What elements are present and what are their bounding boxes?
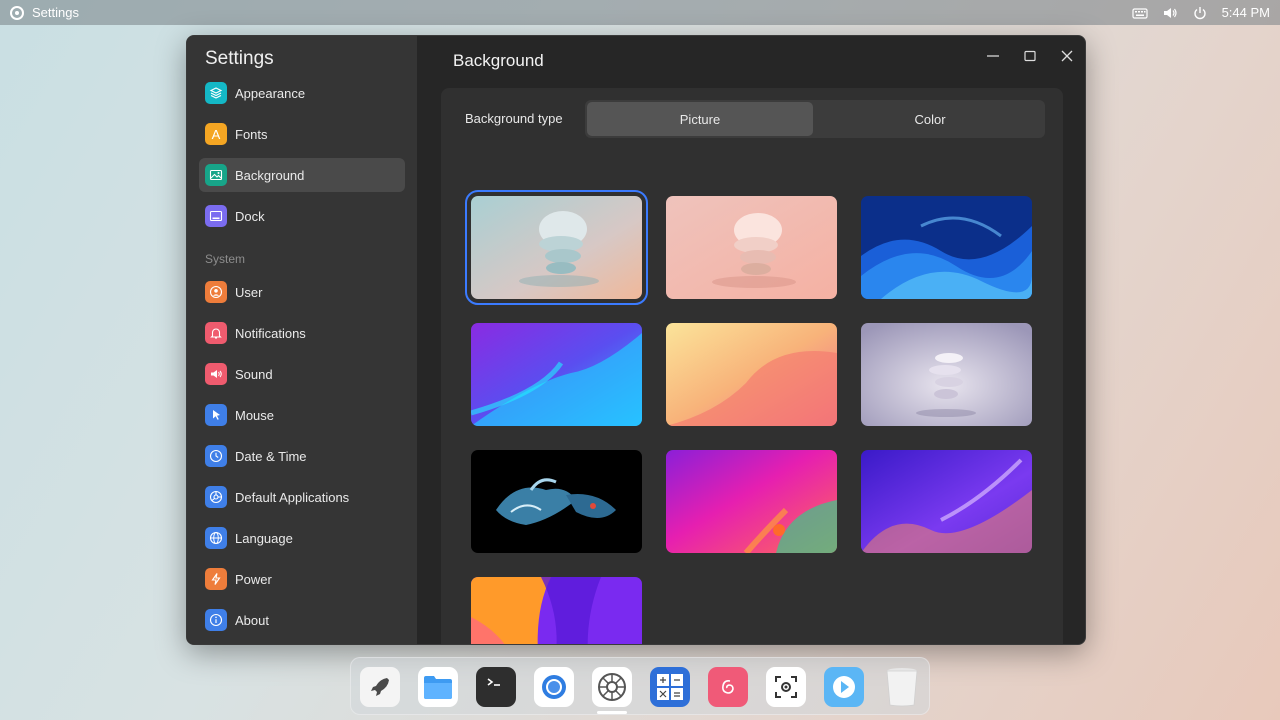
wallpaper-yellow-pink[interactable]: [666, 323, 837, 426]
sidebar-item-date-time[interactable]: Date & Time: [199, 439, 405, 473]
wallpaper-violet-flow[interactable]: [861, 450, 1032, 553]
sidebar-item-about[interactable]: About: [199, 603, 405, 637]
screenshot-icon[interactable]: [766, 667, 806, 707]
image-icon: [205, 164, 227, 186]
info-icon: [205, 609, 227, 631]
section-label-system: System: [205, 252, 246, 266]
globe-icon: [205, 527, 227, 549]
wallpaper-sculpture-lavender[interactable]: [861, 323, 1032, 426]
sidebar-item-label: Dock: [235, 208, 265, 224]
browser-icon[interactable]: [534, 667, 574, 707]
sidebar-item-label: User: [235, 284, 263, 300]
launcher-icon[interactable]: [360, 667, 400, 707]
apps-icon: [205, 486, 227, 508]
close-button[interactable]: [1055, 44, 1079, 68]
dock: [350, 657, 930, 715]
debian-icon[interactable]: [708, 667, 748, 707]
color-tab[interactable]: Color: [817, 102, 1043, 136]
picture-tab[interactable]: Picture: [587, 102, 813, 136]
trash-icon[interactable]: [882, 667, 922, 707]
speaker-icon: [205, 363, 227, 385]
wallpaper-sculpture-peach[interactable]: [666, 196, 837, 299]
cursor-icon: [205, 404, 227, 426]
wallpaper-sculpture-teal[interactable]: [465, 190, 648, 305]
clock-icon: [205, 445, 227, 467]
sidebar-item-default-applications[interactable]: Default Applications: [199, 480, 405, 514]
wallpaper-magenta-gradient[interactable]: [666, 450, 837, 553]
sidebar-item-user[interactable]: User: [199, 275, 405, 309]
user-icon: [205, 281, 227, 303]
maximize-button[interactable]: [1018, 44, 1042, 68]
volume-icon[interactable]: [1162, 5, 1178, 21]
sidebar-item-label: Notifications: [235, 325, 306, 341]
sidebar-item-label: Date & Time: [235, 448, 307, 464]
background-type-label: Background type: [465, 111, 563, 126]
minimize-icon: [987, 55, 999, 57]
sidebar-item-sound[interactable]: Sound: [199, 357, 405, 391]
top-panel: Settings 5:44 PM: [0, 0, 1280, 25]
sidebar-item-label: About: [235, 612, 269, 628]
sidebar-item-notifications[interactable]: Notifications: [199, 316, 405, 350]
sidebar-item-label: Mouse: [235, 407, 275, 423]
page-title: Background: [453, 51, 544, 70]
sidebar-item-label: Fonts: [235, 126, 268, 142]
sidebar: Settings Appearance A Fonts Background D…: [187, 36, 417, 644]
minimize-button[interactable]: [981, 44, 1005, 68]
maximize-icon: [1024, 50, 1036, 62]
power-icon[interactable]: [1192, 5, 1208, 21]
sidebar-item-label: Background: [235, 167, 305, 183]
sidebar-item-label: Language: [235, 530, 293, 546]
active-app-indicator: [597, 711, 627, 714]
background-panel: Background type Picture Color: [441, 88, 1063, 644]
sidebar-item-fonts[interactable]: A Fonts: [199, 117, 405, 151]
active-app-name: Settings: [32, 5, 79, 20]
sidebar-item-background[interactable]: Background: [199, 158, 405, 192]
bell-icon: [205, 322, 227, 344]
sidebar-item-dock[interactable]: Dock: [199, 199, 405, 233]
background-type-segmented-control: Picture Color: [585, 100, 1045, 138]
terminal-icon[interactable]: [476, 667, 516, 707]
dock-icon: [205, 205, 227, 227]
sidebar-item-power[interactable]: Power: [199, 562, 405, 596]
video-icon[interactable]: [824, 667, 864, 707]
sidebar-item-mouse[interactable]: Mouse: [199, 398, 405, 432]
sidebar-item-language[interactable]: Language: [199, 521, 405, 555]
font-icon: A: [205, 123, 227, 145]
sidebar-item-appearance[interactable]: Appearance: [199, 76, 405, 110]
sidebar-item-label: Default Applications: [235, 489, 350, 505]
calculator-icon[interactable]: [650, 667, 690, 707]
files-icon[interactable]: [418, 667, 458, 707]
wallpaper-blue-waves[interactable]: [861, 196, 1032, 299]
bolt-icon: [205, 568, 227, 590]
wallpaper-purple-cyan[interactable]: [471, 323, 642, 426]
sidebar-title: Settings: [205, 48, 274, 69]
close-icon: [1061, 50, 1073, 62]
settings-app-icon: [10, 5, 24, 20]
layers-icon: [205, 82, 227, 104]
wallpaper-betta-fish[interactable]: [471, 450, 642, 553]
keyboard-icon[interactable]: [1131, 5, 1148, 21]
wallpaper-orange-violet[interactable]: [471, 577, 642, 644]
clock-label[interactable]: 5:44 PM: [1222, 5, 1270, 20]
settings-icon[interactable]: [592, 667, 632, 707]
settings-window: Settings Appearance A Fonts Background D…: [186, 35, 1086, 645]
active-app-menu[interactable]: Settings: [10, 5, 79, 20]
sidebar-item-label: Sound: [235, 366, 273, 382]
sidebar-item-label: Appearance: [235, 85, 306, 101]
sidebar-item-label: Power: [235, 571, 272, 587]
